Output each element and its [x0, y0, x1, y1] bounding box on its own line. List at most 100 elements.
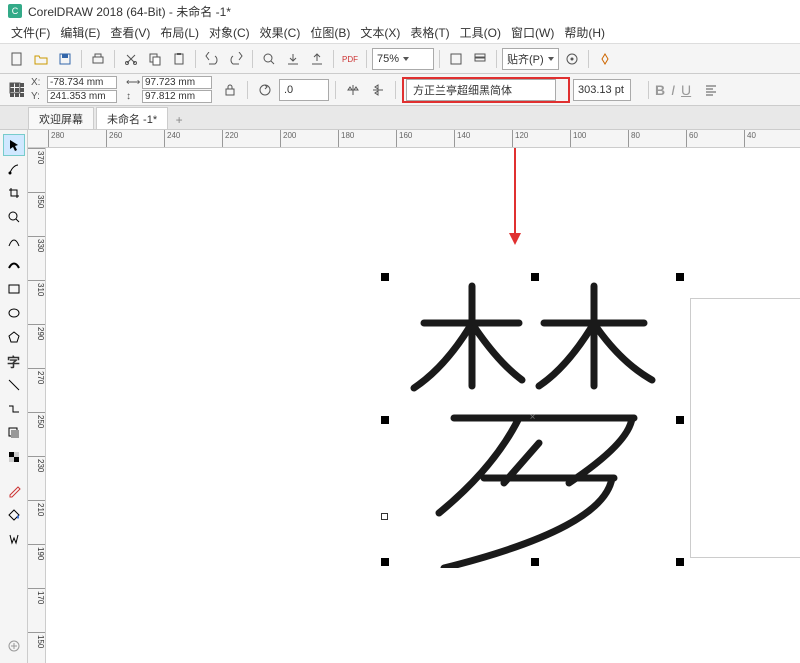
mirror-v-button[interactable]: [367, 79, 389, 101]
separator: [366, 50, 367, 68]
page-edge: [690, 298, 800, 558]
selection-handle-nw[interactable]: [381, 273, 389, 281]
bold-button[interactable]: B: [655, 82, 665, 98]
export-button[interactable]: [306, 48, 328, 70]
fill-tool[interactable]: [3, 504, 25, 526]
font-family-dropdown[interactable]: 方正兰亭超细黑简体: [406, 79, 556, 101]
menu-effect[interactable]: 效果(C): [255, 24, 306, 41]
publish-pdf-button[interactable]: PDF: [339, 48, 361, 70]
selection-handle-se[interactable]: [676, 558, 684, 566]
undo-button[interactable]: [201, 48, 223, 70]
transparency-tool[interactable]: [3, 446, 25, 468]
add-tab-button[interactable]: +: [170, 111, 188, 129]
font-family-highlight: 方正兰亭超细黑简体: [402, 77, 570, 103]
save-button[interactable]: [54, 48, 76, 70]
menu-bar: 文件(F) 编辑(E) 查看(V) 布局(L) 对象(C) 效果(C) 位图(B…: [0, 22, 800, 44]
polygon-tool[interactable]: [3, 326, 25, 348]
selection-handle-s[interactable]: [531, 558, 539, 566]
connector-tool[interactable]: [3, 398, 25, 420]
zoom-tool[interactable]: [3, 206, 25, 228]
text-tool[interactable]: 字: [3, 350, 25, 372]
search-button[interactable]: [258, 48, 280, 70]
redo-button[interactable]: [225, 48, 247, 70]
selection-handle-n[interactable]: [531, 273, 539, 281]
tab-icon[interactable]: [4, 77, 26, 99]
rulers-button[interactable]: [469, 48, 491, 70]
menu-bitmap[interactable]: 位图(B): [305, 24, 355, 41]
drop-shadow-tool[interactable]: [3, 422, 25, 444]
tab-welcome[interactable]: 欢迎屏幕: [28, 107, 94, 129]
rotation-input[interactable]: .0: [279, 79, 329, 101]
menu-layout[interactable]: 布局(L): [155, 24, 204, 41]
separator: [439, 50, 440, 68]
snap-dropdown[interactable]: 贴齐(P): [502, 48, 559, 70]
open-button[interactable]: [30, 48, 52, 70]
separator: [335, 81, 336, 99]
selection-center-marker[interactable]: ×: [528, 413, 537, 422]
x-label: X:: [31, 77, 43, 88]
zoom-dropdown[interactable]: 75%: [372, 48, 434, 70]
selection-handle-w[interactable]: [381, 416, 389, 424]
canvas[interactable]: ×: [46, 148, 800, 663]
rectangle-tool[interactable]: [3, 278, 25, 300]
options-button[interactable]: [561, 48, 583, 70]
canvas-viewport[interactable]: ×: [46, 148, 800, 663]
mirror-h-button[interactable]: [342, 79, 364, 101]
zoom-value: 75%: [377, 53, 399, 65]
underline-button[interactable]: U: [681, 82, 691, 98]
paste-button[interactable]: [168, 48, 190, 70]
freehand-tool[interactable]: [3, 230, 25, 252]
launch-button[interactable]: [594, 48, 616, 70]
separator: [588, 50, 589, 68]
dimension-tool[interactable]: [3, 374, 25, 396]
size-group: ⟷97.723 mm ↕97.812 mm: [126, 76, 212, 103]
eyedropper-tool[interactable]: [3, 480, 25, 502]
app-title: CorelDRAW 2018 (64-Bit) - 未命名 -1*: [28, 3, 231, 20]
menu-file[interactable]: 文件(F): [6, 24, 55, 41]
title-bar: C CorelDRAW 2018 (64-Bit) - 未命名 -1*: [0, 0, 800, 22]
ellipse-tool[interactable]: [3, 302, 25, 324]
menu-table[interactable]: 表格(T): [405, 24, 454, 41]
selection-handle-ne[interactable]: [676, 273, 684, 281]
expand-toolbox-button[interactable]: [3, 635, 25, 657]
text-align-button[interactable]: [700, 79, 722, 101]
menu-window[interactable]: 窗口(W): [506, 24, 559, 41]
h-input[interactable]: 97.812 mm: [142, 90, 212, 103]
dropdown-arrow-icon: [403, 57, 409, 61]
menu-view[interactable]: 查看(V): [105, 24, 155, 41]
font-size-input[interactable]: 303.13 pt: [573, 79, 631, 101]
w-input[interactable]: 97.723 mm: [142, 76, 212, 89]
italic-button[interactable]: I: [671, 82, 675, 98]
rotate-icon: [254, 79, 276, 101]
text-baseline-handle[interactable]: [381, 513, 388, 520]
separator: [496, 50, 497, 68]
import-button[interactable]: [282, 48, 304, 70]
outline-tool[interactable]: [3, 528, 25, 550]
print-button[interactable]: [87, 48, 109, 70]
dropdown-arrow-icon: [548, 57, 554, 61]
menu-text[interactable]: 文本(X): [355, 24, 405, 41]
canvas-area: 280260240220200180160140120100806040 370…: [28, 130, 800, 663]
workspace: 字 280260240220200180160140120100806040 3…: [0, 130, 800, 663]
menu-object[interactable]: 对象(C): [204, 24, 255, 41]
shape-tool[interactable]: [3, 158, 25, 180]
copy-button[interactable]: [144, 48, 166, 70]
lock-ratio-button[interactable]: [219, 79, 241, 101]
menu-tools[interactable]: 工具(O): [455, 24, 506, 41]
artistic-media-tool[interactable]: [3, 254, 25, 276]
menu-edit[interactable]: 编辑(E): [55, 24, 105, 41]
fullscreen-button[interactable]: [445, 48, 467, 70]
selection-handle-sw[interactable]: [381, 558, 389, 566]
y-input[interactable]: 241.353 mm: [47, 90, 117, 103]
pick-tool[interactable]: [3, 134, 25, 156]
cut-button[interactable]: [120, 48, 142, 70]
crop-tool[interactable]: [3, 182, 25, 204]
new-doc-button[interactable]: [6, 48, 28, 70]
menu-help[interactable]: 帮助(H): [559, 24, 610, 41]
vertical-ruler[interactable]: 370350330310290270250230210190170150: [28, 148, 46, 663]
selection-handle-e[interactable]: [676, 416, 684, 424]
horizontal-ruler[interactable]: 280260240220200180160140120100806040: [28, 130, 800, 148]
tab-document[interactable]: 未命名 -1*: [96, 107, 168, 129]
x-input[interactable]: -78.734 mm: [47, 76, 117, 89]
separator: [395, 81, 396, 99]
